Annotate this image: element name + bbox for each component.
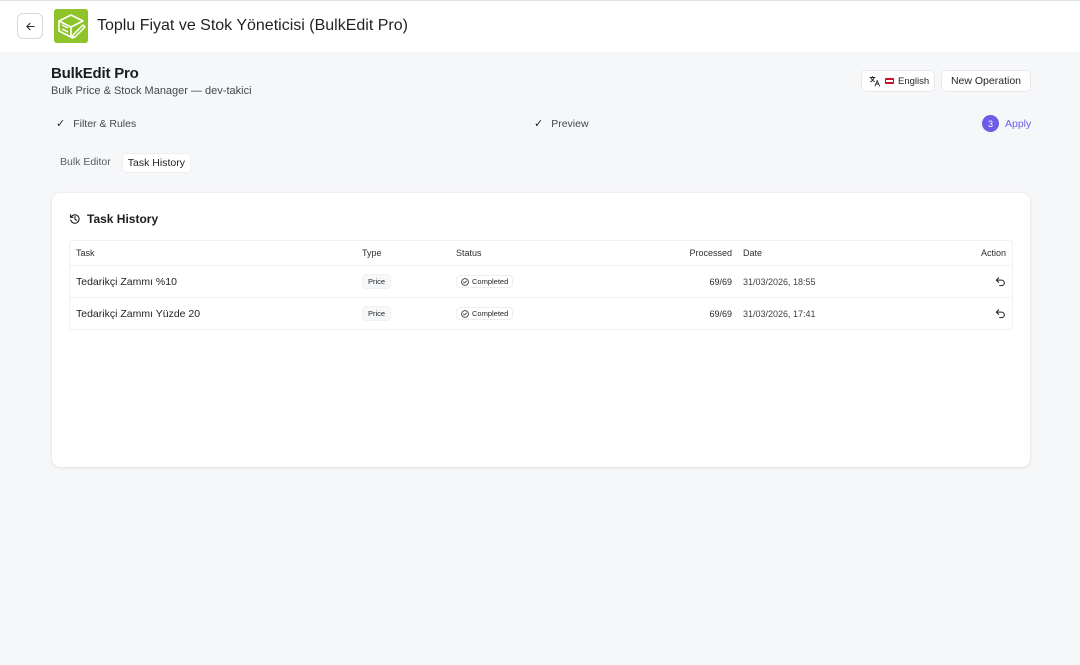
tab-bulk-editor[interactable]: Bulk Editor [55, 153, 116, 173]
check-icon: ✓ [56, 118, 66, 130]
page-title: BulkEdit Pro [51, 65, 139, 82]
type-badge: Price [362, 274, 392, 289]
bulk-edit-logo-icon [54, 9, 88, 43]
language-label: English [898, 75, 930, 87]
task-name: Tedarikçi Zammı Yüzde 20 [76, 307, 201, 320]
task-history-table: Task Type Status Processed Date Action T… [69, 240, 1013, 330]
page-subtitle: Bulk Price & Stock Manager — dev-takici [51, 85, 252, 97]
step-preview[interactable]: ✓ Preview [534, 117, 589, 131]
step-number: 3 [982, 115, 999, 132]
undo-button[interactable] [995, 276, 1006, 287]
language-button[interactable]: English [861, 70, 935, 92]
task-name: Tedarikçi Zammı %10 [76, 275, 177, 288]
task-date: 31/03/2026, 17:41 [743, 308, 816, 319]
col-task: Task [76, 248, 95, 258]
arrow-left-icon [25, 22, 35, 30]
history-icon [69, 214, 80, 224]
task-date: 31/03/2026, 18:55 [743, 276, 816, 287]
undo-button[interactable] [995, 308, 1006, 319]
step-label: Apply [1005, 117, 1032, 130]
col-type: Type [362, 248, 382, 258]
top-bar: Toplu Fiyat ve Stok Yöneticisi (BulkEdit… [0, 0, 1080, 52]
task-history-card: Task History Task Type Status Processed … [52, 193, 1030, 467]
undo-icon [995, 277, 1005, 287]
processed-count: 69/69 [709, 276, 732, 287]
card-title: Task History [69, 212, 158, 226]
undo-icon [995, 309, 1005, 319]
tab-task-history[interactable]: Task History [121, 153, 191, 173]
step-label: Filter & Rules [73, 117, 137, 130]
step-label: Preview [551, 117, 589, 130]
status-text: Completed [472, 277, 509, 286]
card-title-text: Task History [87, 212, 159, 226]
uk-flag-icon [885, 78, 894, 84]
status-badge: Completed [456, 275, 514, 288]
col-date: Date [743, 248, 763, 258]
col-processed: Processed [689, 248, 732, 258]
status-text: Completed [472, 309, 509, 318]
check-circle-icon [461, 277, 469, 286]
app-title: Toplu Fiyat ve Stok Yöneticisi (BulkEdit… [97, 17, 408, 34]
step-apply[interactable]: 3 Apply [982, 115, 1031, 132]
new-operation-button[interactable]: New Operation [941, 70, 1031, 92]
table-row: Tedarikçi Zammı Yüzde 20 Price Completed… [70, 297, 1012, 329]
step-filter-rules[interactable]: ✓ Filter & Rules [56, 117, 137, 131]
col-action: Action [980, 248, 1006, 258]
back-button[interactable] [17, 13, 43, 39]
processed-count: 69/69 [709, 308, 732, 319]
check-icon: ✓ [534, 118, 544, 130]
status-badge: Completed [456, 307, 514, 320]
col-status: Status [456, 248, 482, 258]
tab-bar: Bulk Editor Task History [55, 153, 191, 173]
translate-icon [869, 76, 880, 87]
table-row: Tedarikçi Zammı %10 Price Completed 69/6… [70, 265, 1012, 297]
check-circle-icon [461, 309, 469, 318]
type-badge: Price [362, 306, 392, 321]
table-header: Task Type Status Processed Date Action [70, 241, 1012, 265]
